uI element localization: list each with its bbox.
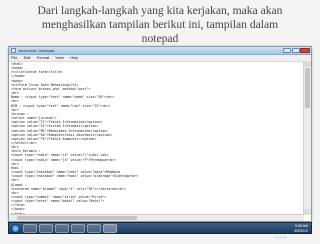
taskbar-app-icon[interactable] — [39, 224, 53, 233]
window-title: form.html - Notepad — [19, 48, 55, 53]
vertical-scroll-thumb[interactable] — [305, 68, 310, 108]
scroll-down-button[interactable] — [304, 209, 311, 215]
notepad-window: form.html - Notepad File Edit Format Vie… — [8, 46, 312, 222]
close-button[interactable] — [300, 48, 310, 53]
menu-help[interactable]: Help — [70, 55, 78, 60]
taskbar-app-icon[interactable] — [23, 224, 37, 233]
menu-format[interactable]: Format — [37, 55, 50, 60]
horizontal-scroll-thumb[interactable] — [17, 216, 137, 220]
taskbar-clock[interactable]: 9:08 AM 4/3/2012 — [294, 224, 308, 233]
caption-line-3: notepad — [141, 32, 179, 45]
caption-line-2: menghasilkan tampilan berikut ini, tampi… — [41, 18, 279, 31]
system-tray — [275, 226, 289, 239]
menu-bar: File Edit Format View Help — [9, 55, 311, 62]
taskbar-app-icon[interactable] — [55, 224, 69, 233]
title-bar[interactable]: form.html - Notepad — [9, 47, 311, 55]
taskbar-notepad-button[interactable] — [103, 224, 117, 233]
horizontal-scrollbar[interactable] — [9, 214, 304, 221]
tray-icon[interactable] — [275, 236, 278, 239]
menu-edit[interactable]: Edit — [24, 55, 31, 60]
caption-line-1: Dari langkah-langkah yang kita kerjakan,… — [37, 4, 283, 17]
tray-icon[interactable] — [279, 236, 282, 239]
clock-time: 9:08 AM — [294, 224, 308, 228]
menu-file[interactable]: File — [11, 55, 17, 60]
taskbar: 9:08 AM 4/3/2012 — [8, 222, 312, 239]
slide-caption: Dari langkah-langkah yang kita kerjakan,… — [0, 4, 320, 46]
text-editor-area[interactable]: <html> <head> <title>Contoh Form</title> </… — [11, 62, 303, 215]
vertical-scrollbar[interactable] — [303, 61, 311, 215]
menu-view[interactable]: View — [55, 55, 64, 60]
notepad-icon — [11, 48, 16, 53]
start-button[interactable] — [11, 224, 20, 233]
volume-icon[interactable] — [283, 236, 286, 239]
taskbar-app-icon[interactable] — [87, 224, 101, 233]
scroll-up-button[interactable] — [304, 61, 311, 67]
clock-date: 4/3/2012 — [294, 228, 308, 233]
maximize-button[interactable] — [292, 48, 300, 53]
minimize-button[interactable] — [283, 48, 291, 53]
taskbar-app-icon[interactable] — [71, 224, 85, 233]
